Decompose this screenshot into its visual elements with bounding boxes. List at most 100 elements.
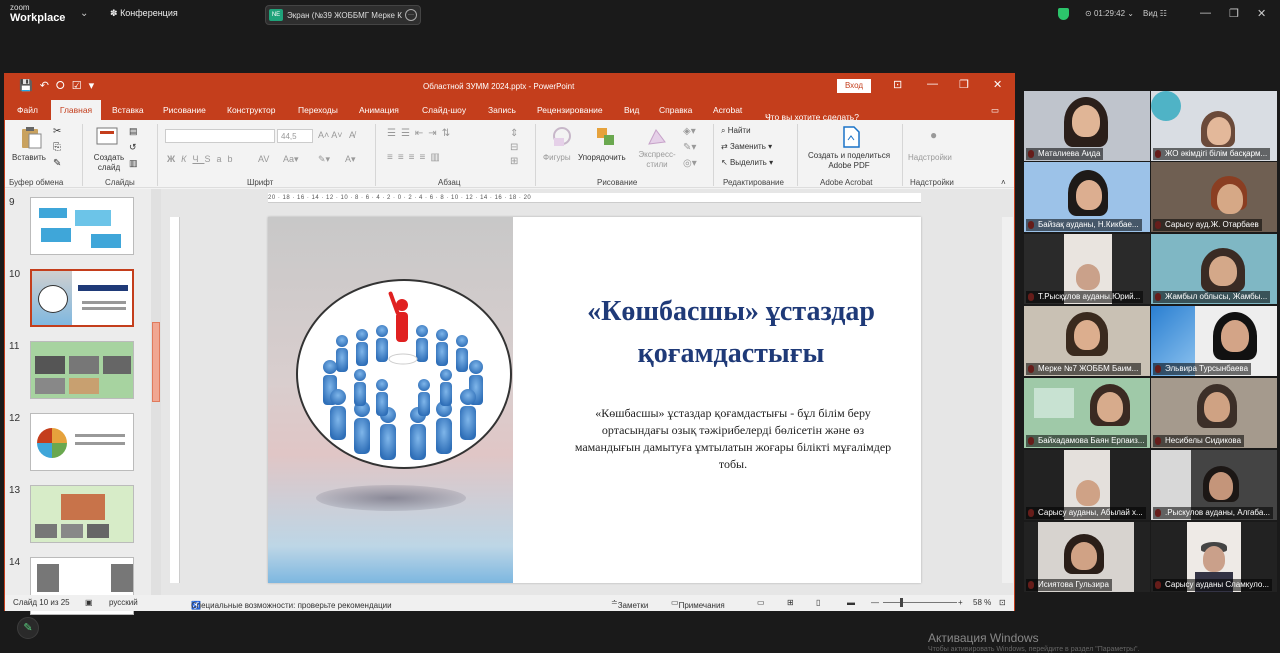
sorter-view-icon[interactable]: ⊞: [787, 598, 794, 607]
tab-slideshow[interactable]: Слайд-шоу: [422, 105, 466, 115]
zoom-level[interactable]: 58 %: [973, 598, 991, 607]
spellcheck-icon[interactable]: ▣: [85, 598, 93, 607]
tab-animation[interactable]: Анимация: [359, 105, 399, 115]
login-button[interactable]: Вход: [837, 79, 871, 93]
tab-draw[interactable]: Рисование: [163, 105, 206, 115]
arrange-button[interactable]: Упорядочить: [578, 153, 626, 162]
select-button[interactable]: ↖ Выделить ▾: [721, 158, 773, 167]
font-size-select[interactable]: 44,5: [277, 129, 313, 143]
more-icon[interactable]: ···: [405, 9, 417, 21]
text-direction-icon[interactable]: ⇕: [510, 128, 518, 139]
create-pdf-button[interactable]: Создать и поделиться Adobe PDF: [801, 151, 897, 171]
annotate-pen-icon[interactable]: ✎: [17, 617, 39, 639]
slide-thumbnail-12[interactable]: [30, 413, 134, 471]
participant-tile[interactable]: Исиятова Гульзира: [1024, 522, 1150, 592]
align-text-icon[interactable]: ⊟: [510, 142, 518, 153]
participant-tile[interactable]: Эльвира Турсынбаева: [1151, 306, 1277, 376]
tab-home[interactable]: Главная: [51, 100, 101, 120]
normal-view-icon[interactable]: ▭: [757, 598, 765, 607]
participant-tile[interactable]: ЖО әкімдігі білім басқарм...: [1151, 91, 1277, 161]
slide-body-text[interactable]: «Көшбасшы» ұстаздар қоғамдастығы - бұл б…: [568, 405, 898, 473]
case-icon[interactable]: Aa▾: [283, 154, 299, 165]
comments-icon[interactable]: ▭: [991, 105, 999, 116]
screen-share-pill[interactable]: NE Экран (№39 ЖОББМГ Мерке К ···: [265, 5, 421, 25]
paste-icon[interactable]: [19, 126, 43, 150]
participant-tile[interactable]: Байхадамова Баян Ерпаиз...: [1024, 378, 1150, 448]
tab-review[interactable]: Рецензирование: [537, 105, 603, 115]
reset-icon[interactable]: ↺: [129, 142, 137, 153]
font-family-select[interactable]: [165, 129, 275, 143]
outline-icon[interactable]: ✎▾: [683, 142, 696, 153]
minimize-icon[interactable]: —: [927, 78, 938, 90]
participant-tile[interactable]: Т.Рысқұлов ауданы.Юрий...: [1024, 234, 1150, 304]
copy-icon[interactable]: ⎘: [53, 142, 61, 153]
addins-icon[interactable]: ●: [930, 128, 937, 142]
shapes-button[interactable]: Фигуры: [543, 153, 571, 162]
format-painter-icon[interactable]: ✎: [53, 158, 61, 169]
thumbnail-scrollbar[interactable]: [151, 189, 161, 595]
quick-styles-button[interactable]: Экспресс-стили: [635, 150, 679, 170]
current-slide[interactable]: «Көшбасшы» ұстаздар қоғамдастығы «Көшбас…: [268, 217, 921, 583]
comments-button[interactable]: ▭ Примечания: [671, 598, 725, 610]
list-icons[interactable]: ☰☰⇤⇥⇅: [387, 128, 455, 139]
tab-help[interactable]: Справка: [659, 105, 692, 115]
new-slide-button[interactable]: Создать слайд: [91, 153, 127, 173]
tab-design[interactable]: Конструктор: [227, 105, 275, 115]
participant-tile[interactable]: Несибелы Сидикова: [1151, 378, 1277, 448]
maximize-icon[interactable]: ❐: [959, 78, 969, 91]
zoom-out-icon[interactable]: —: [871, 598, 879, 607]
pdf-icon[interactable]: [841, 126, 861, 148]
participant-tile[interactable]: Сарысу ауд.Ж. Отарбаев: [1151, 162, 1277, 232]
minimize-icon[interactable]: —: [1200, 7, 1211, 19]
smartart-icon[interactable]: ⊞: [510, 156, 518, 167]
slide-scrollbar[interactable]: [1002, 217, 1013, 583]
fill-icon[interactable]: ◈▾: [683, 126, 696, 137]
arrange-icon[interactable]: [595, 126, 617, 148]
zoom-slider[interactable]: [883, 602, 957, 603]
highlight-icon[interactable]: ✎▾: [318, 154, 330, 165]
section-icon[interactable]: ▥: [129, 158, 138, 169]
quick-styles-icon[interactable]: [646, 126, 668, 148]
addins-button[interactable]: Надстройки: [908, 153, 952, 162]
paste-button[interactable]: Вставить: [12, 153, 46, 162]
collapse-ribbon-icon[interactable]: ˄: [1001, 178, 1006, 187]
tab-record[interactable]: Запись: [488, 105, 516, 115]
scrollbar-thumb[interactable]: [152, 322, 160, 402]
tab-file[interactable]: Файл: [17, 105, 38, 115]
participant-tile[interactable]: .Рыскулов ауданы, Алгаба...: [1151, 450, 1277, 520]
new-slide-icon[interactable]: [95, 126, 119, 148]
find-button[interactable]: ⌕ Найти: [721, 126, 751, 136]
clear-format-icon[interactable]: A̸: [349, 130, 355, 140]
tab-insert[interactable]: Вставка: [112, 105, 144, 115]
zoom-in-icon[interactable]: +: [958, 598, 963, 607]
tab-transitions[interactable]: Переходы: [298, 105, 338, 115]
ribbon-display-icon[interactable]: ⊡: [893, 78, 902, 91]
slide-thumbnail-13[interactable]: [30, 485, 134, 543]
participant-tile[interactable]: Жамбыл облысы, Жамбы...: [1151, 234, 1277, 304]
grow-font-icon[interactable]: A˄ A˅: [318, 130, 343, 140]
close-icon[interactable]: ✕: [1257, 7, 1266, 20]
slide-thumbnail-11[interactable]: [30, 341, 134, 399]
reading-view-icon[interactable]: ▯: [816, 598, 820, 607]
view-menu[interactable]: Вид ☷: [1143, 9, 1167, 18]
quick-access-toolbar[interactable]: 💾↶⭘☑▾: [19, 79, 101, 93]
cut-icon[interactable]: ✂: [53, 126, 61, 137]
align-icons[interactable]: ≡≡≡≡▥: [387, 152, 445, 163]
restore-icon[interactable]: ❐: [1229, 7, 1239, 20]
conference-menu[interactable]: ✽ Конференция: [110, 8, 178, 19]
tab-acrobat[interactable]: Acrobat: [713, 105, 742, 115]
participant-tile[interactable]: Маталиева Аида: [1024, 91, 1150, 161]
fit-slide-icon[interactable]: ⊡: [999, 598, 1006, 607]
layout-icon[interactable]: ▤: [129, 126, 138, 137]
font-color-icon[interactable]: A▾: [345, 154, 356, 165]
effects-icon[interactable]: ◎▾: [683, 158, 697, 169]
slideshow-view-icon[interactable]: ▬: [847, 598, 855, 607]
shapes-icon[interactable]: [550, 126, 572, 148]
participant-tile[interactable]: Байзақ ауданы, Н.Кикбае...: [1024, 162, 1150, 232]
participant-tile[interactable]: Сарысу ауданы Сламкуло...: [1151, 522, 1277, 592]
participant-tile[interactable]: Сарысу ауданы, Абылай х...: [1024, 450, 1150, 520]
participant-tile[interactable]: Мерке №7 ЖОББМ Баим...: [1024, 306, 1150, 376]
language[interactable]: русский: [109, 598, 138, 607]
slide-thumbnail-10[interactable]: [30, 269, 134, 327]
slide-thumbnail-9[interactable]: [30, 197, 134, 255]
